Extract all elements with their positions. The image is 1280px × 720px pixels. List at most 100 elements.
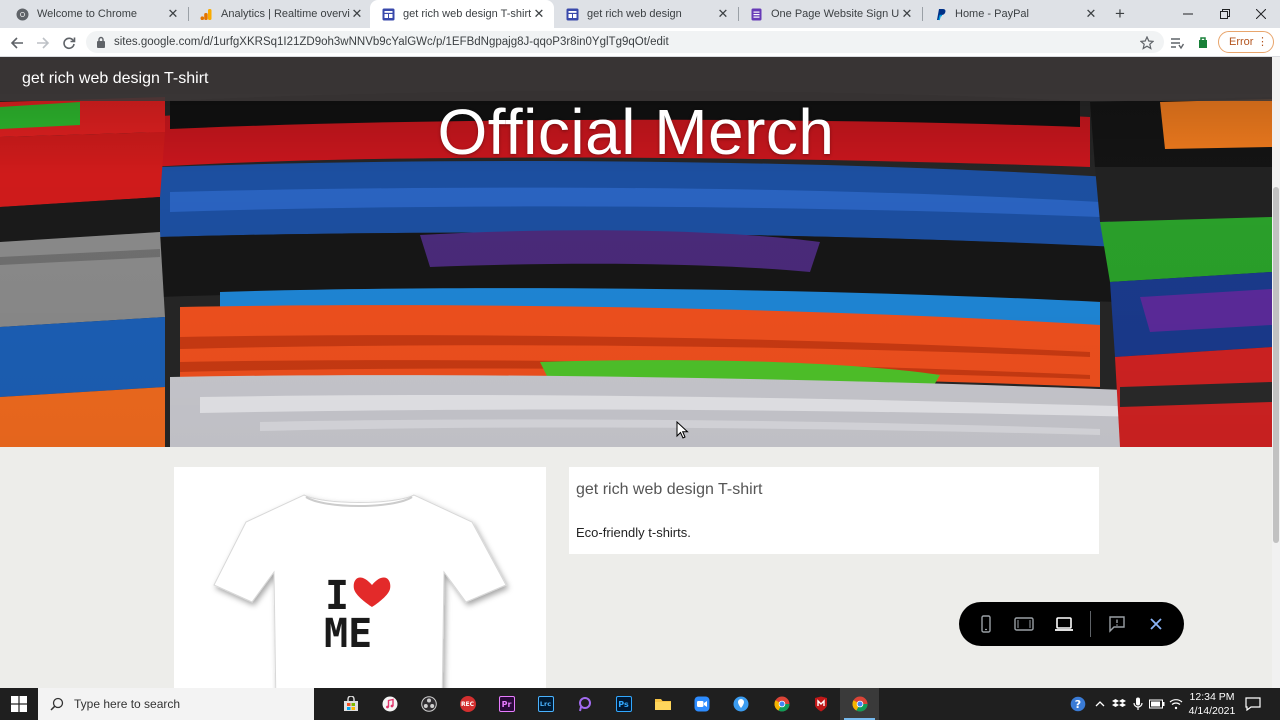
address-bar[interactable]: sites.google.com/d/1urfgXKRSq1I21ZD9oh3w… [86, 31, 1164, 53]
chevron-up-icon[interactable] [1092, 696, 1108, 712]
shirt-print-me: ME [324, 611, 372, 657]
new-tab-button[interactable]: + [1110, 4, 1130, 24]
reload-icon [63, 37, 76, 50]
start-button[interactable] [0, 688, 38, 720]
close-tab-icon[interactable]: ✕ [166, 6, 180, 21]
taskbar-chrome-active[interactable] [840, 688, 879, 720]
tab-get-rich-tshirt[interactable]: get rich web design T-shirt ✕ [370, 0, 554, 28]
taskbar-premiere[interactable]: Pr [487, 688, 526, 720]
tablet-preview-icon [1014, 617, 1034, 631]
close-tab-icon[interactable]: ✕ [900, 6, 914, 21]
taskbar-file-explorer[interactable] [643, 688, 682, 720]
close-window-button[interactable] [1242, 0, 1280, 28]
battery-tray-icon[interactable] [1149, 696, 1165, 712]
page-scrollbar[interactable] [1272, 57, 1280, 688]
notification-center-button[interactable] [1242, 694, 1264, 714]
close-tab-icon[interactable]: ✕ [350, 6, 364, 21]
taskbar-zoom[interactable] [682, 688, 721, 720]
taskbar-maps[interactable] [721, 688, 760, 720]
chrome-icon [773, 696, 789, 712]
minimize-button[interactable] [1169, 0, 1207, 28]
google-sites-icon [566, 8, 579, 21]
extension-icon [1199, 37, 1207, 48]
tab-get-rich-web-design[interactable]: get rich web design ✕ [554, 0, 738, 28]
reload-button[interactable] [58, 32, 80, 54]
close-tab-icon[interactable]: ✕ [716, 6, 730, 21]
taskbar-recorder[interactable]: REC [448, 688, 487, 720]
tab-welcome-to-chrome[interactable]: Welcome to Chrome ✕ [4, 0, 188, 28]
system-clock[interactable]: 12:34 PM 4/14/2021 [1186, 690, 1238, 718]
chrome-icon [851, 696, 867, 712]
hero-heading: Official Merch [437, 96, 835, 168]
tab-title: Welcome to Chrome [37, 8, 138, 20]
tablet-preview-button[interactable] [1013, 613, 1035, 635]
pinwheel-icon [578, 697, 591, 712]
wifi-tray-icon[interactable] [1168, 696, 1184, 712]
phone-preview-icon [981, 615, 991, 633]
taskbar-photoshop[interactable]: Ps [604, 688, 643, 720]
analytics-icon [200, 8, 213, 21]
tab-title: get rich web design T-shirt [403, 8, 532, 20]
taskbar-mcafee[interactable] [801, 688, 840, 720]
taskbar-store[interactable] [331, 688, 370, 720]
mcafee-icon [814, 696, 827, 712]
page-viewport: get rich web design T-shirt Official Mer… [0, 57, 1272, 688]
obs-icon [420, 696, 437, 712]
toolbar-divider [1090, 611, 1091, 637]
back-button[interactable] [6, 32, 28, 54]
star-icon [1140, 36, 1154, 50]
notification-icon [1245, 697, 1261, 711]
taskbar-pinwheel[interactable] [565, 688, 604, 720]
windows-taskbar: Type here to search REC Pr Lrc Ps ? 12:3… [0, 688, 1280, 720]
dropbox-tray-icon[interactable] [1111, 696, 1127, 712]
tab-analytics[interactable]: Analytics | Realtime overview ✕ [188, 0, 372, 28]
chrome-icon [16, 8, 29, 21]
close-preview-button[interactable] [1145, 613, 1167, 635]
product-description: Eco-friendly t-shirts. [576, 525, 691, 540]
taskbar-search[interactable]: Type here to search [38, 688, 314, 720]
reading-list-icon [1171, 38, 1184, 50]
store-icon [343, 696, 358, 711]
taskbar-lightroom[interactable]: Lrc [526, 688, 565, 720]
taskbar-chrome[interactable] [762, 688, 801, 720]
laptop-preview-button[interactable] [1053, 613, 1075, 635]
clock-date: 4/14/2021 [1188, 705, 1236, 717]
maximize-button[interactable] [1206, 0, 1244, 28]
tab-title: Home - PayPal [955, 8, 1029, 20]
bookmark-star-button[interactable] [1136, 32, 1158, 54]
svg-text:?: ? [1075, 698, 1081, 711]
laptop-preview-icon [1055, 617, 1073, 631]
tab-title: One Page Website Sign Up [771, 8, 900, 20]
product-image-card: I ME [174, 467, 546, 688]
extension-button[interactable] [1192, 32, 1214, 54]
scrollbar-thumb[interactable] [1273, 187, 1279, 543]
google-forms-icon [750, 8, 763, 21]
hero-banner-image: get rich web design T-shirt Official Mer… [0, 57, 1272, 447]
profile-error-button[interactable]: Error ⋮ [1218, 31, 1274, 53]
premiere-icon: Pr [498, 696, 515, 712]
close-tab-icon[interactable]: ✕ [532, 6, 546, 21]
site-title[interactable]: get rich web design T-shirt [22, 70, 208, 88]
forward-button[interactable] [32, 32, 54, 54]
product-description-card: get rich web design T-shirt Eco-friendly… [569, 467, 1099, 554]
feedback-icon [1109, 616, 1125, 633]
tab-paypal[interactable]: Home - PayPal ✕ [922, 0, 1106, 28]
windows-logo-icon [11, 696, 27, 712]
product-title: get rich web design T-shirt [576, 481, 763, 498]
more-menu-icon[interactable]: ⋮ [1257, 35, 1268, 49]
taskbar-obs[interactable] [409, 688, 448, 720]
error-label: Error [1229, 36, 1254, 48]
tab-one-page-signup[interactable]: One Page Website Sign Up ✕ [738, 0, 922, 28]
phone-preview-button[interactable] [975, 613, 997, 635]
paypal-icon [934, 8, 947, 21]
search-placeholder: Type here to search [74, 697, 181, 711]
help-tray-icon[interactable]: ? [1070, 696, 1086, 712]
preview-toolbar [959, 602, 1184, 646]
close-tab-icon[interactable]: ✕ [1084, 6, 1098, 21]
browser-toolbar: sites.google.com/d/1urfgXKRSq1I21ZD9oh3w… [0, 28, 1280, 57]
reading-list-button[interactable] [1166, 32, 1188, 54]
lock-icon [97, 36, 105, 48]
taskbar-itunes[interactable] [370, 688, 409, 720]
feedback-button[interactable] [1106, 613, 1128, 635]
microphone-tray-icon[interactable] [1130, 696, 1146, 712]
